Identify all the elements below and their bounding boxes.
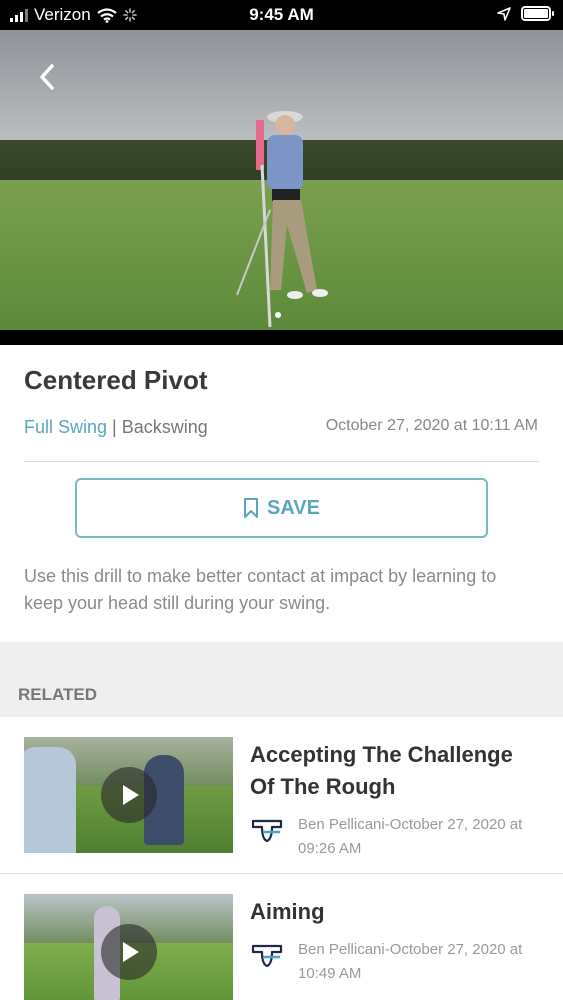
related-list: Accepting The Challenge Of The Rough Ben… xyxy=(0,717,563,1000)
video-player[interactable] xyxy=(0,30,563,345)
location-arrow-icon xyxy=(497,6,511,21)
related-label: RELATED xyxy=(18,685,98,704)
drill-description: Use this drill to make better contact at… xyxy=(24,566,497,613)
divider xyxy=(24,461,539,462)
video-thumbnail[interactable] xyxy=(24,894,233,1000)
related-item-title[interactable]: Aiming xyxy=(250,896,540,928)
category-backswing: | Backswing xyxy=(112,417,208,437)
golfer-figure xyxy=(236,111,328,328)
related-item[interactable]: Aiming Ben Pellicani-October 27, 2020 at… xyxy=(0,874,563,1000)
thumbnail-person xyxy=(24,747,76,853)
status-right xyxy=(497,6,554,21)
save-button[interactable]: SAVE xyxy=(75,478,488,538)
chevron-left-icon xyxy=(40,64,54,90)
back-button[interactable] xyxy=(30,60,64,94)
related-item-byline: Ben Pellicani-October 27, 2020 at 10:49 … xyxy=(298,941,523,982)
related-item[interactable]: Accepting The Challenge Of The Rough Ben… xyxy=(0,717,563,874)
status-bar: Verizon 9:45 AM xyxy=(0,0,563,30)
drill-date: October 27, 2020 at 10:11 AM xyxy=(325,417,538,434)
related-item-meta: Ben Pellicani-October 27, 2020 at 10:49 … xyxy=(250,938,540,986)
video-bottom-bar xyxy=(0,330,563,345)
brand-logo-icon xyxy=(251,944,283,968)
battery-icon xyxy=(521,6,554,21)
status-time: 9:45 AM xyxy=(249,5,314,24)
related-item-byline: Ben Pellicani-October 27, 2020 at 09:26 … xyxy=(298,816,523,857)
drill-details: Centered Pivot Full Swing | Backswing Oc… xyxy=(0,345,563,642)
brand-logo-icon xyxy=(251,819,283,843)
video-thumbnail[interactable] xyxy=(24,737,233,853)
play-button[interactable] xyxy=(100,767,157,823)
drill-categories: Full Swing | Backswing xyxy=(24,417,208,438)
related-item-meta: Ben Pellicani-October 27, 2020 at 09:26 … xyxy=(250,813,540,861)
save-label: SAVE xyxy=(267,496,320,519)
play-icon xyxy=(122,785,139,805)
play-icon xyxy=(122,942,139,962)
play-button[interactable] xyxy=(100,924,157,980)
drill-title: Centered Pivot xyxy=(24,365,208,395)
related-item-title[interactable]: Accepting The Challenge Of The Rough xyxy=(250,739,540,803)
bookmark-icon xyxy=(244,498,258,518)
related-section-header: RELATED xyxy=(0,642,563,717)
category-link-full-swing[interactable]: Full Swing xyxy=(24,417,107,437)
